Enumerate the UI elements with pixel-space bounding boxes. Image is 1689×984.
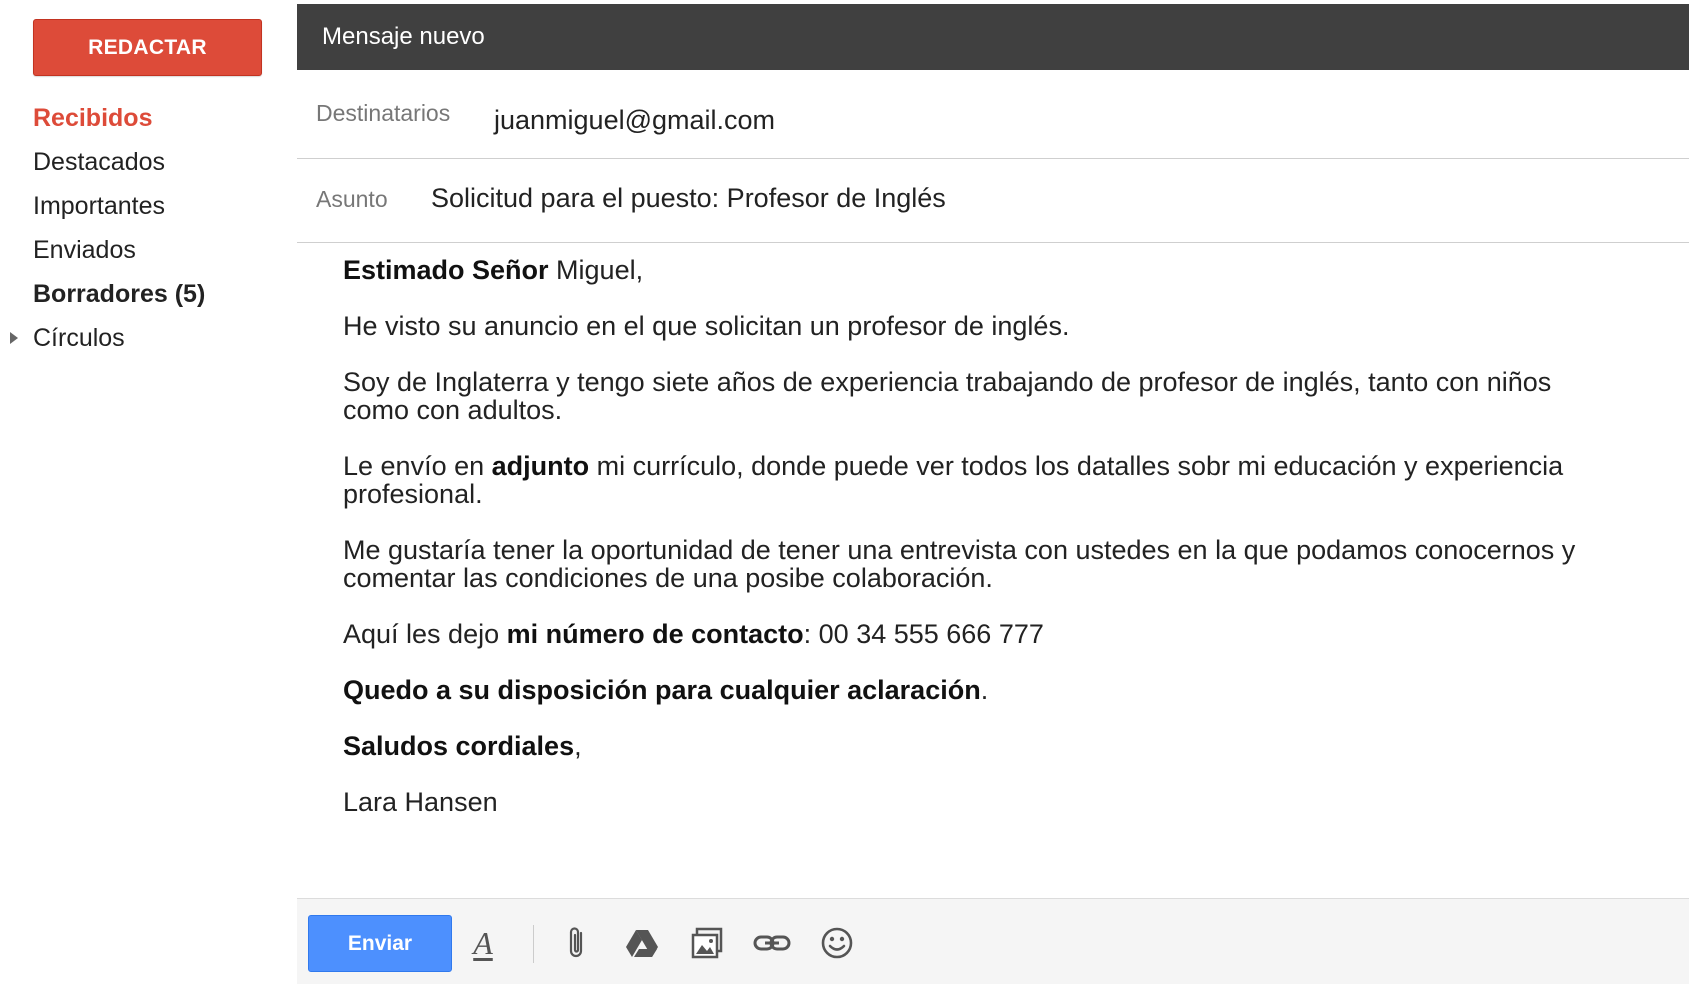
sidebar-nav: Recibidos Destacados Importantes Enviado… — [0, 96, 290, 360]
message-body[interactable]: Estimado Señor Miguel, He visto su anunc… — [343, 256, 1593, 844]
recipients-label: Destinatarios — [316, 100, 451, 126]
body-paragraph: Le envío en adjunto mi currículo, donde … — [343, 451, 1564, 509]
sidebar-item-label: Enviados — [33, 236, 136, 264]
sidebar-item-label: Recibidos — [33, 104, 153, 132]
sidebar-item-label: Destacados — [33, 148, 166, 176]
sidebar-item-label: Círculos — [33, 324, 125, 352]
sidebar-item-label: Borradores (5) — [33, 280, 206, 308]
sidebar-item-inbox[interactable]: Recibidos — [0, 96, 290, 140]
compose-window: Mensaje nuevo Destinatarios juanmiguel@g… — [297, 4, 1689, 984]
paperclip-icon[interactable] — [557, 923, 597, 963]
subject-row[interactable]: Asunto Solicitud para el puesto: Profeso… — [297, 159, 1689, 243]
body-closing: Saludos cordiales, — [343, 731, 582, 761]
sidebar-item-circles[interactable]: Círculos — [0, 316, 290, 360]
compose-button[interactable]: REDACTAR — [33, 19, 262, 76]
drive-icon[interactable] — [622, 923, 662, 963]
recipients-row[interactable]: Destinatarios juanmiguel@gmail.com — [297, 70, 1689, 159]
body-signature: Lara Hansen — [343, 787, 498, 817]
format-text-icon[interactable]: A — [463, 923, 503, 963]
send-button[interactable]: Enviar — [308, 915, 452, 972]
toolbar-divider — [533, 925, 534, 963]
subject-field[interactable]: Solicitud para el puesto: Profesor de In… — [431, 183, 946, 214]
body-paragraph: Quedo a su disposición para cualquier ac… — [343, 675, 989, 705]
body-paragraph: He visto su anuncio en el que solicitan … — [343, 311, 1070, 341]
body-paragraph: Me gustaría tener la oportunidad de tene… — [343, 535, 1576, 593]
link-icon[interactable] — [752, 923, 792, 963]
sidebar-item-sent[interactable]: Enviados — [0, 228, 290, 272]
body-paragraph: Aquí les dejo mi número de contacto: 00 … — [343, 619, 1044, 649]
compose-header: Mensaje nuevo — [297, 4, 1689, 70]
sidebar-item-starred[interactable]: Destacados — [0, 140, 290, 184]
sidebar-item-important[interactable]: Importantes — [0, 184, 290, 228]
sidebar-item-label: Importantes — [33, 192, 166, 220]
expand-caret-icon[interactable] — [10, 332, 18, 344]
sidebar-item-drafts[interactable]: Borradores (5) — [0, 272, 290, 316]
body-paragraph: Soy de Inglaterra y tengo siete años de … — [343, 367, 1552, 425]
image-icon[interactable] — [687, 923, 727, 963]
compose-toolbar: Enviar A — [297, 898, 1689, 984]
body-greeting: Estimado Señor Miguel, — [343, 255, 644, 285]
recipients-field[interactable]: juanmiguel@gmail.com — [494, 105, 775, 136]
compose-title: Mensaje nuevo — [322, 23, 485, 50]
subject-label: Asunto — [316, 186, 388, 212]
emoji-icon[interactable] — [817, 923, 857, 963]
